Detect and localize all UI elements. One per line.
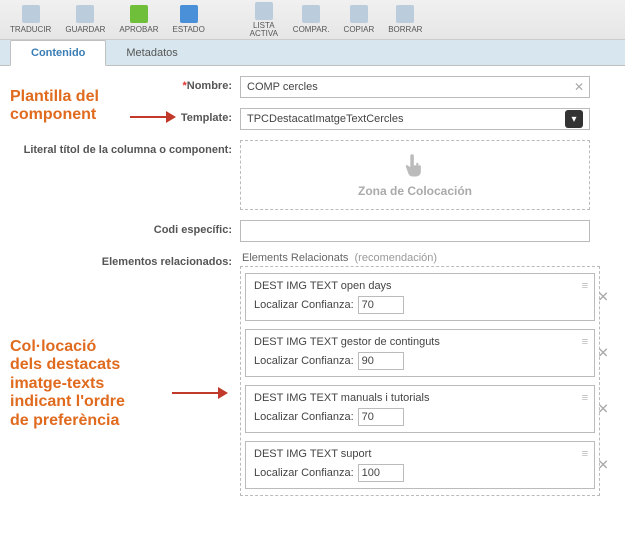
annotation-bottom: Col·locació dels destacats imatge-texts … <box>10 338 125 430</box>
annotation-top: Plantilla del component <box>10 88 99 125</box>
aprobar-button[interactable]: APROBAR <box>113 3 164 36</box>
nombre-input[interactable] <box>240 76 590 98</box>
drag-handle-icon[interactable]: ≡ <box>582 448 588 460</box>
estado-button[interactable]: ESTADO <box>166 3 210 36</box>
related-item: DEST IMG TEXT open days Localizar Confia… <box>245 273 595 321</box>
copy-icon <box>350 5 368 23</box>
estado-label: ESTADO <box>172 25 204 34</box>
chevron-down-icon: ▾ <box>565 110 583 128</box>
compar-button[interactable]: COMPAR. <box>287 3 336 36</box>
related-item-confidence: Localizar Confianza: <box>254 408 570 426</box>
confidence-input[interactable] <box>358 352 404 370</box>
copiar-label: COPIAR <box>344 25 375 34</box>
arrow-right-icon <box>128 108 176 126</box>
template-select[interactable]: TPCDestacatImatgeTextCercles ▾ <box>240 108 590 130</box>
drag-handle-icon[interactable]: ≡ <box>582 280 588 292</box>
guardar-button[interactable]: GUARDAR <box>59 3 111 36</box>
remove-item-icon[interactable]: ✕ <box>597 401 609 418</box>
borrar-button[interactable]: BORRAR <box>382 3 428 36</box>
save-icon <box>76 5 94 23</box>
lista-activa-label: LISTA ACTIVA <box>250 22 278 38</box>
arrow-right-icon <box>170 384 228 402</box>
codi-label: Codi específic: <box>10 220 240 236</box>
remove-item-icon[interactable]: ✕ <box>597 345 609 362</box>
borrar-label: BORRAR <box>388 25 422 34</box>
copiar-button[interactable]: COPIAR <box>338 3 381 36</box>
trash-icon <box>396 5 414 23</box>
hand-pointer-icon <box>401 152 429 180</box>
drag-handle-icon[interactable]: ≡ <box>582 392 588 404</box>
related-item-confidence: Localizar Confianza: <box>254 352 570 370</box>
traducir-label: TRADUCIR <box>10 25 51 34</box>
related-list: DEST IMG TEXT open days Localizar Confia… <box>240 266 600 496</box>
app-toolbar: TRADUCIR GUARDAR APROBAR ESTADO LISTA AC… <box>0 0 625 40</box>
remove-item-icon[interactable]: ✕ <box>597 457 609 474</box>
related-head: Elements Relacionats (recomendación) <box>240 252 615 264</box>
literal-dropzone[interactable]: Zona de Colocación <box>240 140 590 210</box>
related-item: DEST IMG TEXT manuals i tutorials Locali… <box>245 385 595 433</box>
related-item-title: DEST IMG TEXT suport <box>254 448 570 460</box>
dropzone-text: Zona de Colocación <box>358 184 472 198</box>
related-label: Elementos relacionados: <box>10 252 240 268</box>
remove-item-icon[interactable]: ✕ <box>597 289 609 306</box>
compar-label: COMPAR. <box>293 25 330 34</box>
related-item-title: DEST IMG TEXT open days <box>254 280 570 292</box>
status-icon <box>180 5 198 23</box>
aprobar-label: APROBAR <box>119 25 158 34</box>
drag-handle-icon[interactable]: ≡ <box>582 336 588 348</box>
template-value: TPCDestacatImatgeTextCercles <box>247 113 404 125</box>
related-item-confidence: Localizar Confianza: <box>254 464 570 482</box>
guardar-label: GUARDAR <box>65 25 105 34</box>
list-icon <box>255 2 273 20</box>
globe-icon <box>22 5 40 23</box>
literal-label: Literal títol de la columna o component: <box>10 140 240 156</box>
related-item: DEST IMG TEXT gestor de continguts Local… <box>245 329 595 377</box>
traducir-button[interactable]: TRADUCIR <box>4 3 57 36</box>
related-item: DEST IMG TEXT suport Localizar Confianza… <box>245 441 595 489</box>
related-item-title: DEST IMG TEXT manuals i tutorials <box>254 392 570 404</box>
tab-metadatos[interactable]: Metadatos <box>106 41 197 65</box>
codi-input[interactable] <box>240 220 590 242</box>
confidence-input[interactable] <box>358 408 404 426</box>
related-item-confidence: Localizar Confianza: <box>254 296 570 314</box>
confidence-input[interactable] <box>358 296 404 314</box>
main-panel: *Nombre: ✕ Template: TPCDestacatImatgeTe… <box>0 66 625 543</box>
clear-nombre-icon[interactable]: ✕ <box>574 80 584 94</box>
lista-activa-button[interactable]: LISTA ACTIVA <box>243 0 285 40</box>
related-item-title: DEST IMG TEXT gestor de continguts <box>254 336 570 348</box>
check-icon <box>130 5 148 23</box>
share-icon <box>302 5 320 23</box>
tabbar: Contenido Metadatos <box>0 40 625 66</box>
tab-contenido[interactable]: Contenido <box>10 40 106 66</box>
confidence-input[interactable] <box>358 464 404 482</box>
